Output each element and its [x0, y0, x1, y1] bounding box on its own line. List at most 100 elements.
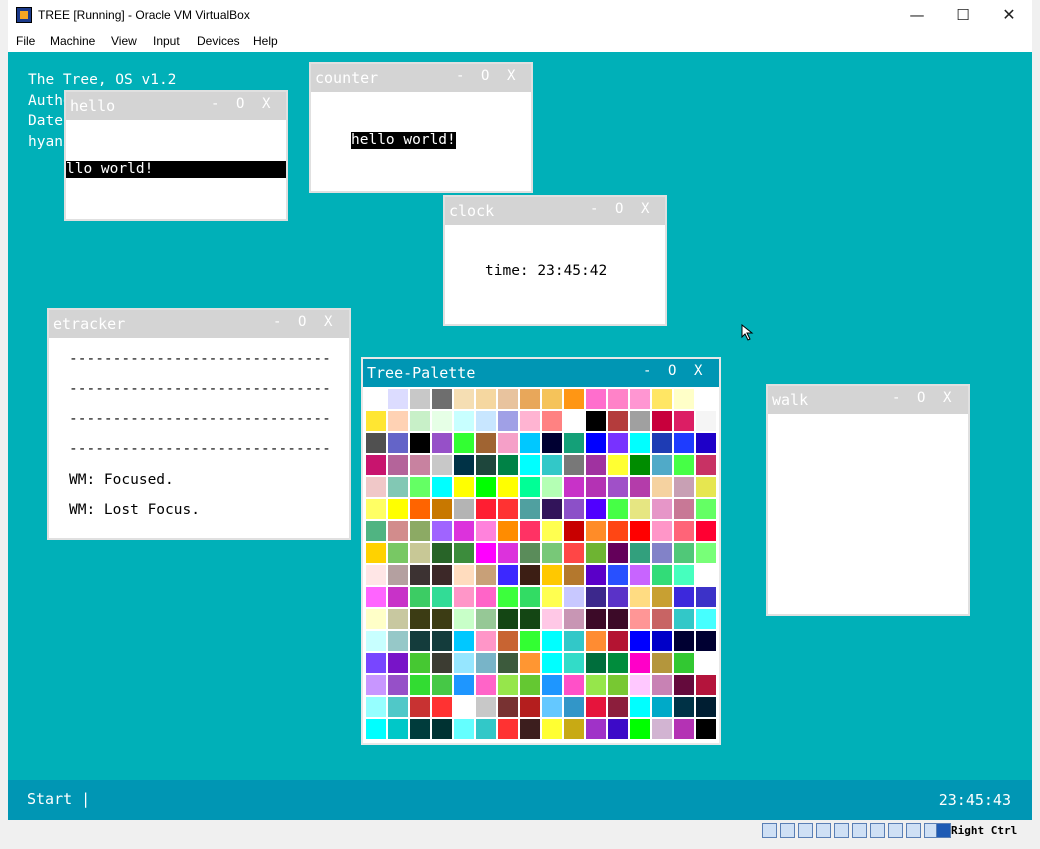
palette-swatch[interactable]: [366, 521, 386, 541]
palette-swatch[interactable]: [696, 389, 716, 409]
palette-swatch[interactable]: [542, 433, 562, 453]
palette-swatch[interactable]: [366, 587, 386, 607]
palette-swatch[interactable]: [586, 521, 606, 541]
palette-swatch[interactable]: [388, 675, 408, 695]
etracker-minimize-button[interactable]: -: [273, 314, 281, 330]
palette-swatch[interactable]: [564, 499, 584, 519]
palette-swatch[interactable]: [564, 433, 584, 453]
counter-title-bar[interactable]: counter - O X: [311, 64, 531, 92]
palette-swatch[interactable]: [564, 543, 584, 563]
palette-swatch[interactable]: [630, 521, 650, 541]
walk-window[interactable]: walk - O X: [766, 384, 970, 616]
palette-swatch[interactable]: [476, 587, 496, 607]
display-icon[interactable]: [870, 823, 885, 838]
palette-swatch[interactable]: [454, 433, 474, 453]
maximize-button[interactable]: ☐: [940, 0, 986, 30]
palette-swatch[interactable]: [432, 521, 452, 541]
palette-swatch[interactable]: [410, 653, 430, 673]
palette-swatch[interactable]: [564, 631, 584, 651]
palette-swatch[interactable]: [520, 521, 540, 541]
palette-swatch[interactable]: [630, 389, 650, 409]
palette-swatch[interactable]: [674, 477, 694, 497]
palette-swatch[interactable]: [564, 521, 584, 541]
palette-swatch[interactable]: [520, 565, 540, 585]
palette-swatch[interactable]: [652, 477, 672, 497]
palette-swatch[interactable]: [652, 389, 672, 409]
palette-swatch[interactable]: [366, 697, 386, 717]
palette-swatch[interactable]: [564, 609, 584, 629]
palette-swatch[interactable]: [564, 411, 584, 431]
palette-swatch[interactable]: [564, 455, 584, 475]
palette-swatch[interactable]: [498, 543, 518, 563]
palette-swatch[interactable]: [498, 499, 518, 519]
palette-swatch[interactable]: [476, 653, 496, 673]
palette-swatch[interactable]: [542, 455, 562, 475]
menu-machine[interactable]: Machine: [50, 34, 95, 48]
palette-swatch[interactable]: [366, 477, 386, 497]
palette-swatch[interactable]: [432, 543, 452, 563]
palette-swatch[interactable]: [564, 477, 584, 497]
palette-swatch[interactable]: [520, 433, 540, 453]
palette-swatch[interactable]: [652, 719, 672, 739]
shared-folders-icon[interactable]: [852, 823, 867, 838]
palette-swatch[interactable]: [388, 455, 408, 475]
palette-swatch[interactable]: [696, 499, 716, 519]
palette-swatch[interactable]: [388, 521, 408, 541]
palette-swatch[interactable]: [476, 631, 496, 651]
palette-swatch[interactable]: [674, 521, 694, 541]
guest-desktop[interactable]: The Tree, OS v1.2 Autho Date: hyan2 hell…: [8, 52, 1032, 780]
palette-swatch[interactable]: [410, 675, 430, 695]
palette-swatch[interactable]: [608, 631, 628, 651]
palette-swatch[interactable]: [586, 565, 606, 585]
palette-swatch[interactable]: [366, 499, 386, 519]
palette-swatch[interactable]: [366, 411, 386, 431]
palette-swatch[interactable]: [520, 609, 540, 629]
palette-swatch[interactable]: [454, 477, 474, 497]
palette-swatch[interactable]: [366, 631, 386, 651]
palette-swatch[interactable]: [454, 521, 474, 541]
palette-swatch[interactable]: [410, 411, 430, 431]
palette-swatch[interactable]: [630, 477, 650, 497]
palette-swatch[interactable]: [520, 675, 540, 695]
palette-swatch[interactable]: [432, 499, 452, 519]
keyboard-capture-icon[interactable]: [936, 823, 951, 838]
etracker-maximize-button[interactable]: O: [298, 314, 306, 330]
palette-swatch[interactable]: [366, 433, 386, 453]
counter-window[interactable]: counter - O X hello world!: [309, 62, 533, 193]
palette-swatch[interactable]: [498, 521, 518, 541]
palette-swatch[interactable]: [608, 433, 628, 453]
palette-swatch[interactable]: [586, 499, 606, 519]
minimize-button[interactable]: —: [894, 0, 940, 30]
counter-minimize-button[interactable]: -: [456, 68, 464, 84]
palette-swatch[interactable]: [454, 499, 474, 519]
palette-swatch[interactable]: [696, 609, 716, 629]
palette-swatch[interactable]: [410, 543, 430, 563]
clock-close-button[interactable]: X: [641, 201, 649, 217]
palette-swatch[interactable]: [630, 653, 650, 673]
palette-swatch[interactable]: [410, 477, 430, 497]
palette-swatch[interactable]: [630, 455, 650, 475]
palette-swatch[interactable]: [542, 609, 562, 629]
walk-title-bar[interactable]: walk - O X: [768, 386, 968, 414]
palette-swatch[interactable]: [498, 631, 518, 651]
palette-swatch[interactable]: [520, 477, 540, 497]
palette-swatch[interactable]: [586, 609, 606, 629]
palette-swatch[interactable]: [410, 565, 430, 585]
palette-swatch[interactable]: [674, 411, 694, 431]
palette-swatch[interactable]: [674, 631, 694, 651]
palette-swatch[interactable]: [564, 565, 584, 585]
palette-swatch[interactable]: [586, 411, 606, 431]
palette-swatch[interactable]: [542, 389, 562, 409]
palette-maximize-button[interactable]: O: [668, 363, 676, 379]
palette-swatch[interactable]: [366, 675, 386, 695]
clock-minimize-button[interactable]: -: [590, 201, 598, 217]
menu-input[interactable]: Input: [153, 34, 180, 48]
palette-swatch[interactable]: [586, 433, 606, 453]
palette-swatch[interactable]: [674, 587, 694, 607]
palette-swatch[interactable]: [652, 499, 672, 519]
palette-swatch[interactable]: [542, 565, 562, 585]
palette-swatch[interactable]: [586, 587, 606, 607]
palette-swatch[interactable]: [586, 719, 606, 739]
palette-swatch[interactable]: [476, 521, 496, 541]
palette-swatch[interactable]: [454, 653, 474, 673]
